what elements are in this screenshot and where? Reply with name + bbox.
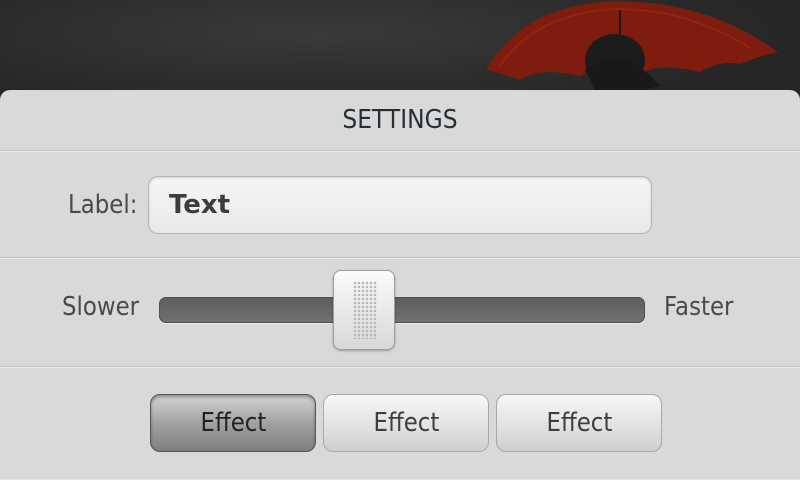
speed-slider-track[interactable] [159,297,645,323]
title-bar: SETTINGS [0,90,800,151]
effect-button-2[interactable]: Effect [323,394,489,452]
slider-max-label: Faster [664,292,734,322]
effect-button-2-label: Effect [373,408,439,438]
label-field-label: Label: [68,190,138,220]
label-text-input[interactable] [148,176,652,234]
effect-button-1-label: Effect [200,408,266,438]
effect-button-3-label: Effect [546,408,612,438]
speed-slider-thumb[interactable] [333,270,395,350]
slider-min-label: Slower [62,292,140,322]
effect-button-1[interactable]: Effect [150,394,316,452]
effect-button-3[interactable]: Effect [496,394,662,452]
grip-dots-icon [353,281,377,339]
screen: SETTINGS Label: Slower Faster Effect Eff… [0,0,800,480]
page-title: SETTINGS [342,105,458,135]
